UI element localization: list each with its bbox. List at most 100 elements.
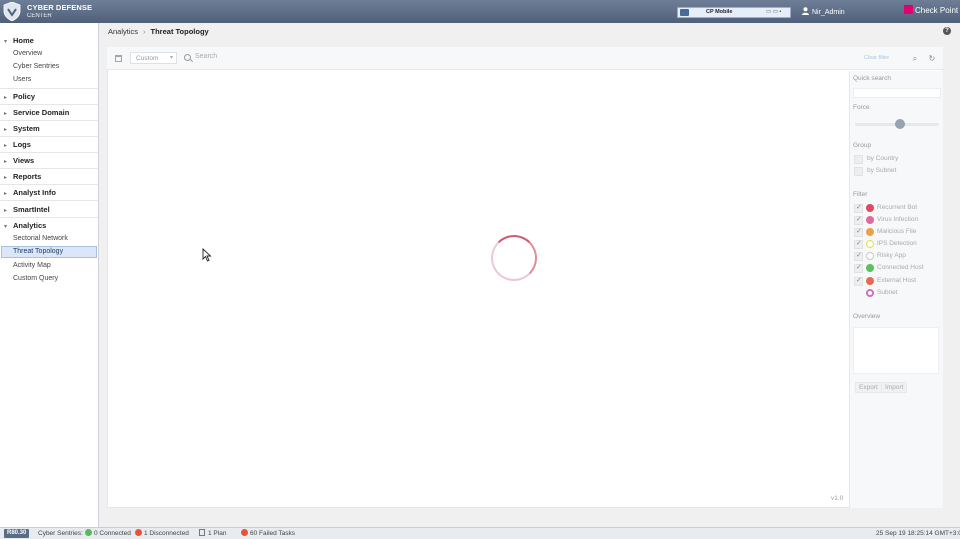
sidebar-item-threat-topology[interactable]: Threat Topology [13,248,63,255]
chevron-down-icon: ▾ [4,39,8,45]
filter-external-host-checkbox[interactable] [854,276,863,286]
chevron-right-icon: ▸ [4,159,8,165]
filter-risky-app-checkbox[interactable] [854,251,863,261]
status-bar: R80.30 Cyber Sentries: 0 Connected 1 Dis… [0,527,960,539]
loading-spinner [491,235,537,281]
filter-ips-detection-label: IPS Detection [877,240,917,247]
group-by-subnet-checkbox[interactable] [854,167,863,176]
sidebar-item-overview[interactable]: Overview [13,50,42,57]
search-icon [184,54,191,61]
filter-malicious-file-checkbox[interactable] [854,227,863,237]
group-by-subnet-label: by Subnet [867,167,897,174]
chevron-down-icon: ▾ [169,55,173,61]
filter-malicious-file-label: Malicious File [877,228,917,235]
filter-ips-detection-checkbox[interactable] [854,239,863,249]
import-button[interactable]: Import [881,382,908,393]
filter-connected-host-checkbox[interactable] [854,263,863,273]
calendar-icon[interactable] [115,55,122,62]
chevron-right-icon: ▸ [4,95,8,101]
breadcrumb-parent[interactable]: Analytics [108,27,138,36]
quick-search-input[interactable] [853,88,941,98]
shield-logo-icon [3,2,21,21]
group-by-country-label: by Country [867,155,899,162]
divider [0,88,98,89]
sidebar-section-home[interactable]: ▾ Home [4,36,34,45]
chevron-right-icon: ▸ [4,191,8,197]
search-input[interactable]: Search [181,52,901,64]
failed-tasks-status[interactable]: 60 Failed Tasks [241,529,295,538]
sidebar-section-analytics[interactable]: ▾ Analytics [4,221,46,230]
connected-status[interactable]: 0 Connected [85,529,131,538]
app-header: CYBER DEFENSE CENTER CP Mobile ▭ ▭ ▪ Nir… [0,0,960,23]
force-slider-handle[interactable] [895,119,905,129]
filter-recurrent-bot-label: Recurrent Bot [877,204,918,211]
chevron-right-icon: ▸ [4,127,8,133]
external-host-icon [866,277,874,285]
time-range-select[interactable]: Custom ▾ [130,52,177,64]
sidebar-section-reports[interactable]: ▸ Reports [4,172,41,181]
export-button[interactable]: Export [855,382,882,393]
user-name: Nir_Admin [812,9,845,16]
breadcrumb-current: Threat Topology [150,27,209,36]
plan-status[interactable]: 1 Plan [199,529,226,538]
risky-app-icon [866,252,874,260]
sidebar-section-policy[interactable]: ▸ Policy [4,92,35,101]
filter-risky-app-label: Risky App [877,252,906,259]
clear-filter-link[interactable]: Clear filter [864,55,889,61]
sidebar-section-analyst-info[interactable]: ▸ Analyst Info [4,188,56,197]
window-controls-icon: ▭ ▭ ▪ [766,9,782,15]
brand-line1: CYBER DEFENSE [27,3,93,12]
quick-search-label: Quick search [853,75,891,82]
breadcrumb-separator-icon: › [143,27,146,36]
vendor-logo: Check Point [904,5,958,15]
connected-host-icon [866,264,874,272]
sidebar-item-cyber-sentries[interactable]: Cyber Sentries [13,63,59,70]
group-by-country-checkbox[interactable] [854,155,863,164]
vendor-name: Check Point [915,6,959,15]
filter-recurrent-bot-checkbox[interactable] [854,203,863,213]
divider [0,184,98,185]
disconnected-status-icon [135,529,142,536]
disconnected-status[interactable]: 1 Disconnected [135,529,189,538]
divider [0,152,98,153]
chevron-right-icon: ▸ [4,143,8,149]
sidebar-section-logs[interactable]: ▸ Logs [4,140,31,149]
group-label: Group [853,142,872,149]
sidebar-section-system[interactable]: ▸ System [4,124,40,133]
ips-detection-icon [866,240,874,248]
filter-label: Filter [853,191,868,198]
sidebar-item-sectorial-network[interactable]: Sectorial Network [13,235,68,242]
user-icon [802,7,809,15]
divider [0,217,98,218]
sidebar-item-users[interactable]: Users [13,76,31,83]
recurrent-bot-icon [866,204,874,212]
sidebar-section-service-domain[interactable]: ▸ Service Domain [4,108,69,117]
help-icon[interactable]: ? [943,27,951,35]
environment-selector[interactable]: CP Mobile ▭ ▭ ▪ [677,7,791,18]
user-menu[interactable]: Nir_Admin [802,7,845,16]
sidebar-item-activity-map[interactable]: Activity Map [13,262,51,269]
divider [0,120,98,121]
timestamp: 25 Sep 19 18:25:14 GMT+3:00 [876,530,960,537]
breadcrumb: Analytics › Threat Topology [108,27,209,36]
divider [0,136,98,137]
filter-external-host-label: External Host [877,277,917,284]
sidebar-item-custom-query[interactable]: Custom Query [13,275,58,282]
refresh-icon[interactable]: ↻ [926,53,938,65]
environment-label: CP Mobile [706,9,733,15]
version-label: v1.0 [831,495,844,502]
subnet-icon [866,289,874,297]
sidebar-section-smartintel[interactable]: ▸ SmartIntel [4,205,50,214]
connected-status-icon [85,529,92,536]
zoom-icon[interactable]: ⌕ [909,53,921,65]
sentries-label: Cyber Sentries: [38,530,83,537]
sidebar-section-views[interactable]: ▸ Views [4,156,34,165]
overview-minimap[interactable] [853,327,939,374]
force-label: Force [853,104,870,111]
filter-virus-infection-checkbox[interactable] [854,215,863,225]
version-badge: R80.30 [4,529,30,538]
mouse-cursor-icon [202,248,212,262]
failed-tasks-icon [241,529,248,536]
chevron-down-icon: ▾ [4,224,8,230]
search-placeholder: Search [195,53,218,60]
